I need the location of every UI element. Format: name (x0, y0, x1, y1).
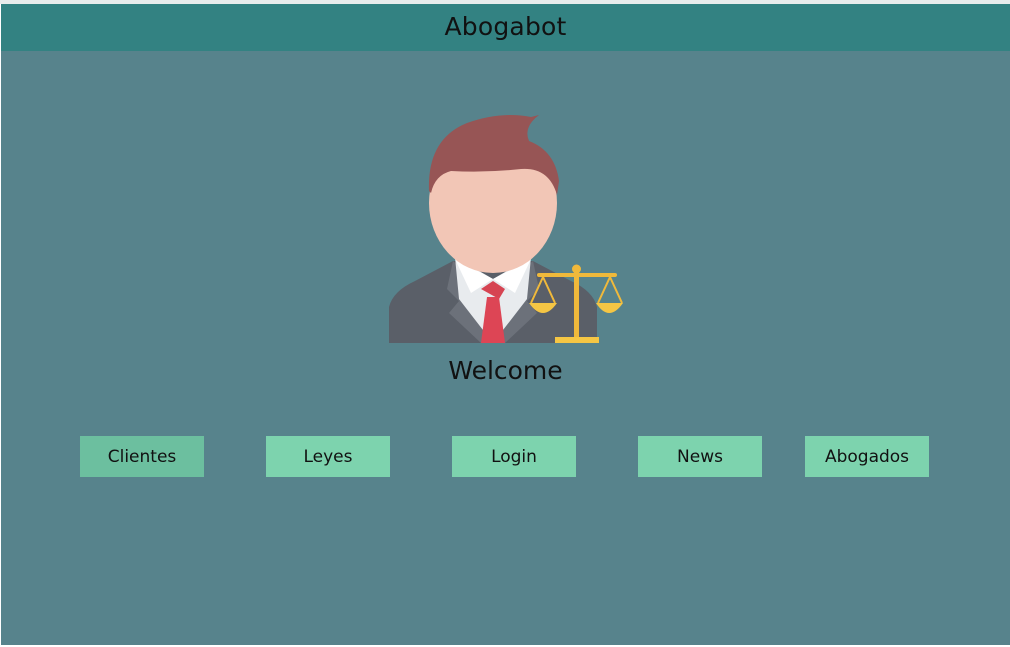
lawyer-with-scales-icon (389, 115, 623, 343)
leyes-button[interactable]: Leyes (266, 436, 390, 477)
welcome-heading: Welcome (448, 356, 563, 385)
leyes-button-label: Leyes (303, 446, 353, 467)
abogados-button-label: Abogados (824, 446, 910, 467)
news-button-label: News (677, 446, 723, 467)
news-button[interactable]: News (638, 436, 762, 477)
app-header: Abogabot (1, 4, 1010, 51)
app-title: Abogabot (444, 12, 567, 41)
app-window: Abogabot Welcome Clientes Leyes Login Ne… (1, 4, 1010, 645)
login-button[interactable]: Login (452, 436, 576, 477)
abogados-button[interactable]: Abogados (805, 436, 929, 477)
login-button-label: Login (491, 446, 537, 467)
clientes-button-label: Clientes (107, 446, 177, 467)
clientes-button[interactable]: Clientes (80, 436, 204, 477)
